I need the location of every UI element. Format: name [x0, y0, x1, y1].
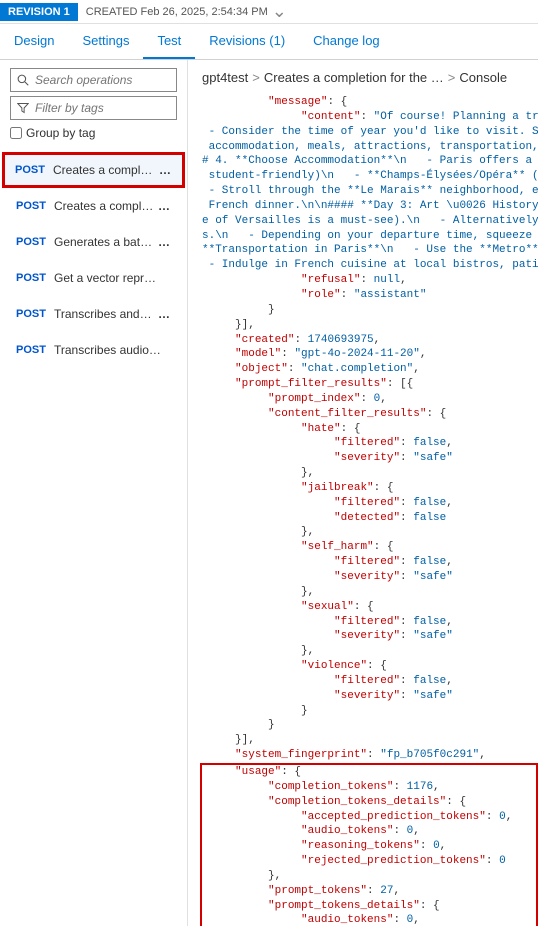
tab-settings[interactable]: Settings — [68, 24, 143, 59]
more-icon[interactable]: … — [158, 307, 171, 321]
chevron-down-icon[interactable]: ⌄ — [272, 1, 287, 22]
group-by-tag-label: Group by tag — [26, 126, 95, 140]
operation-name: Transcribes audio… — [54, 343, 171, 357]
tab-design[interactable]: Design — [0, 24, 68, 59]
http-method-badge: POST — [16, 344, 54, 356]
operation-item[interactable]: POST Creates a comple… … — [10, 188, 177, 224]
search-operations-row[interactable] — [10, 68, 177, 92]
breadcrumb-item[interactable]: gpt4test — [202, 70, 248, 85]
http-method-badge: POST — [16, 236, 54, 248]
revision-badge: REVISION 1 — [0, 3, 78, 21]
filter-tags-input[interactable] — [35, 101, 170, 115]
operations-sidebar: Group by tag POST Creates a comple… … PO… — [0, 60, 188, 926]
http-method-badge: POST — [16, 200, 54, 212]
operation-name: Generates a batc… — [54, 235, 154, 249]
group-by-tag-row[interactable]: Group by tag — [10, 126, 177, 140]
operation-item[interactable]: POST Transcribes and t… … — [10, 296, 177, 332]
json-response-viewer: "message": { "content": "Of course! Plan… — [202, 95, 538, 926]
tab-revisions[interactable]: Revisions (1) — [195, 24, 299, 59]
filter-icon — [17, 102, 29, 114]
content-pane: gpt4test>Creates a completion for the …>… — [188, 60, 538, 926]
operation-name: Creates a comple… — [54, 199, 154, 213]
tab-bar: Design Settings Test Revisions (1) Chang… — [0, 24, 538, 60]
revision-created-label: CREATED Feb 26, 2025, 2:54:34 PM — [78, 6, 276, 18]
operation-item[interactable]: POST Transcribes audio… — [10, 332, 177, 368]
operation-item[interactable]: POST Creates a comple… … — [2, 152, 185, 188]
breadcrumb-item: Console — [459, 70, 507, 85]
more-icon[interactable]: … — [159, 163, 172, 177]
operation-name: Get a vector repr… — [54, 271, 171, 285]
more-icon[interactable]: … — [158, 235, 171, 249]
http-method-badge: POST — [16, 308, 54, 320]
search-operations-input[interactable] — [35, 73, 170, 87]
more-icon[interactable]: … — [158, 199, 171, 213]
operation-item[interactable]: POST Get a vector repr… — [10, 260, 177, 296]
breadcrumb-item[interactable]: Creates a completion for the … — [264, 70, 444, 85]
http-method-badge: POST — [16, 272, 54, 284]
operation-name: Transcribes and t… — [54, 307, 154, 321]
http-method-badge: POST — [15, 164, 53, 176]
operation-name: Creates a comple… — [53, 163, 155, 177]
operation-item[interactable]: POST Generates a batc… … — [10, 224, 177, 260]
tab-test[interactable]: Test — [143, 24, 195, 59]
filter-tags-row[interactable] — [10, 96, 177, 120]
breadcrumb: gpt4test>Creates a completion for the …>… — [202, 70, 538, 85]
group-by-tag-checkbox[interactable] — [10, 127, 22, 139]
usage-highlight-box: "usage": { "completion_tokens": 1176, "c… — [200, 763, 538, 926]
revision-bar: REVISION 1 CREATED Feb 26, 2025, 2:54:34… — [0, 0, 538, 24]
tab-changelog[interactable]: Change log — [299, 24, 394, 59]
search-icon — [17, 74, 29, 86]
